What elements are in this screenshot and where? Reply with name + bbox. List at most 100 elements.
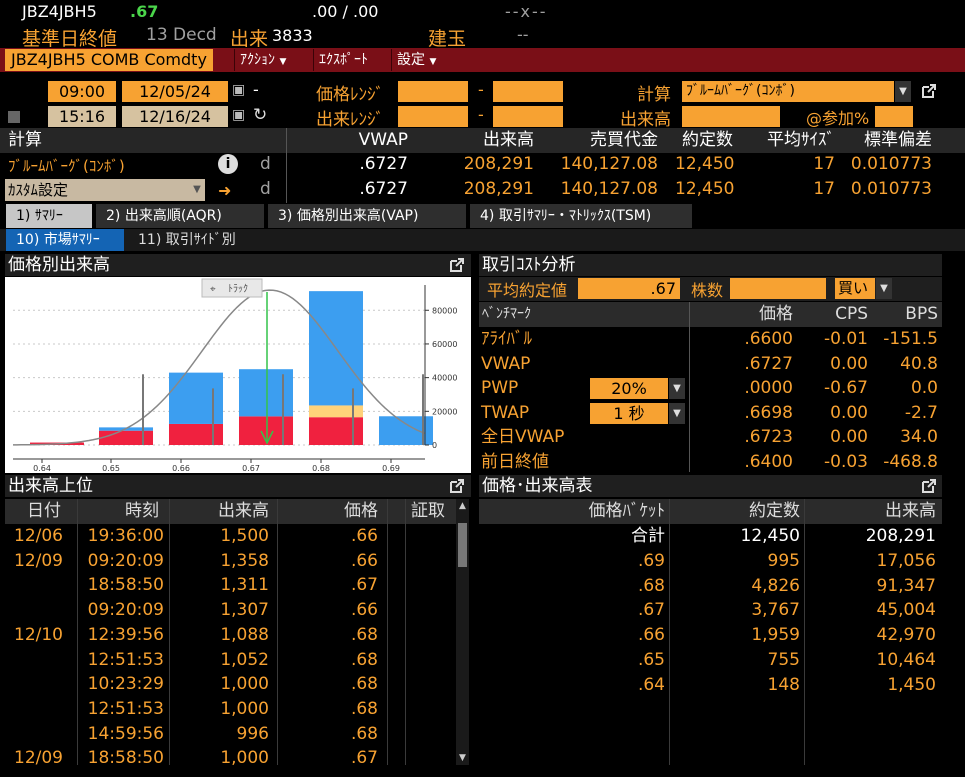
row-trades: 12,450 <box>740 526 800 546</box>
run-icon[interactable]: ➜ <box>218 181 231 200</box>
table-row[interactable]: 12:51:53 1,052 .68 <box>5 648 456 673</box>
row-bucket: .69 <box>637 550 665 571</box>
table-row[interactable]: 12/10 12:39:56 1,088 .68 <box>5 623 456 648</box>
table-row[interactable]: 18:58:50 1,311 .67 <box>5 573 456 598</box>
volume-range-max[interactable] <box>493 106 563 127</box>
benchmark-param-select[interactable]: 1 秒 <box>590 402 668 424</box>
cost-row: ｱﾗｲﾊﾞﾙ .6600 -0.01 -151.5 <box>479 327 942 352</box>
actions-menu[interactable]: ｱｸｼｮﾝ ▼ <box>234 49 291 71</box>
tab-vap[interactable]: 3) 価格別出来高(VAP) <box>268 204 466 228</box>
end-time-input[interactable]: 15:16 <box>48 106 116 127</box>
custom-dropdown-arrow-icon[interactable]: ▼ <box>189 180 205 200</box>
row-bucket: .65 <box>637 650 665 670</box>
table-row[interactable]: 12:51:53 1,000 .68 <box>5 697 456 722</box>
custom-settings-select[interactable]: ｶｽﾀﾑ設定 <box>5 179 205 201</box>
side-select[interactable]: 買い <box>835 278 875 299</box>
dropdown-arrow-icon: ▼ <box>279 57 287 67</box>
table-row[interactable]: .66 1,959 42,970 <box>479 623 942 648</box>
start-time-input[interactable]: 09:00 <box>48 81 116 102</box>
row-time: 18:58:50 <box>87 748 164 769</box>
y-tick-label: 0 <box>432 441 437 450</box>
subtab-trade-side[interactable]: 11) 取引ｻｲﾄﾞ別 <box>128 229 268 251</box>
external-window-icon[interactable] <box>449 257 465 273</box>
col-volume: 出来高 <box>885 501 936 521</box>
oi-value: -- <box>517 25 529 44</box>
table-row[interactable]: 10:23:29 1,000 .68 <box>5 672 456 697</box>
track-label: ﾄﾗｯｸ <box>228 283 248 295</box>
calendar-icon[interactable]: ▣ <box>232 107 245 123</box>
row-volume: 10,464 <box>876 650 936 670</box>
calc-dropdown-arrow-icon[interactable]: ▼ <box>895 81 911 102</box>
start-date-input[interactable]: 12/05/24 <box>122 81 228 102</box>
avg-price-input[interactable]: .67 <box>578 278 680 299</box>
side-dropdown-arrow-icon[interactable]: ▼ <box>876 278 892 299</box>
benchmark-bps: 34.0 <box>900 427 938 448</box>
volume-range-min[interactable] <box>398 106 468 127</box>
calc-select[interactable]: ﾌﾞﾙｰﾑﾊﾞｰｸﾞ(ｺﾝﾎﾞ) <box>682 81 894 102</box>
col-time: 時刻 <box>125 501 159 521</box>
row-price: .66 <box>350 526 378 546</box>
price-range-min[interactable] <box>398 81 468 102</box>
param-dropdown-arrow-icon[interactable]: ▼ <box>669 378 685 400</box>
row-volume: 996 <box>236 723 269 744</box>
external-window-icon[interactable] <box>921 478 937 494</box>
row-date: 12/10 <box>14 624 63 645</box>
price-table-header: 価格ﾊﾞｹｯﾄ 約定数 出来高 <box>479 499 942 524</box>
table-row[interactable]: 09:20:09 1,307 .66 <box>5 598 456 623</box>
vol-input[interactable] <box>682 106 780 127</box>
tab-bar: 1) ｻﾏﾘｰ 2) 出来高順(AQR) 3) 価格別出来高(VAP) 4) 取… <box>0 204 965 228</box>
tab-aqr[interactable]: 2) 出来高順(AQR) <box>96 204 264 228</box>
cost-row: PWP 20% ▼ .0000 -0.67 0.0 <box>479 376 942 401</box>
row-price: .67 <box>350 575 378 596</box>
table-row[interactable]: .69 995 17,056 <box>479 549 942 574</box>
cost-row: 全日VWAP .6723 0.00 34.0 <box>479 425 942 450</box>
table-row[interactable]: .68 4,826 91,347 <box>479 574 942 599</box>
stats-row-trades: 12,450 <box>675 154 735 174</box>
row-volume: 1,000 <box>220 748 269 769</box>
table-row[interactable]: 12/06 19:36:00 1,500 .66 <box>5 524 456 549</box>
row-volume: 208,291 <box>865 526 936 546</box>
info-icon[interactable]: i <box>218 154 238 174</box>
scrollbar[interactable]: ▲ ▼ <box>456 499 469 765</box>
checkbox[interactable] <box>8 111 20 123</box>
settings-menu[interactable]: 設定 ▼ <box>391 49 441 71</box>
external-window-icon[interactable] <box>921 83 937 99</box>
table-row[interactable]: 12/09 09:20:09 1,358 .66 <box>5 549 456 574</box>
row-price: .68 <box>350 649 378 670</box>
track-button[interactable]: ⌖ ﾄﾗｯｸ <box>201 278 263 298</box>
table-row[interactable]: .67 3,767 45,004 <box>479 598 942 623</box>
refresh-icon[interactable]: ↻ <box>253 105 267 125</box>
subtab-market-summary[interactable]: 10) 市場ｻﾏﾘｰ <box>6 229 124 251</box>
row-volume: 1,311 <box>220 575 269 596</box>
row-time: 12:39:56 <box>87 624 164 645</box>
benchmark-bps: 40.8 <box>900 353 938 374</box>
y-tick-label: 20000 <box>432 407 457 416</box>
row-volume: 42,970 <box>876 625 936 646</box>
external-window-icon[interactable] <box>449 478 465 494</box>
price-range-max[interactable] <box>493 81 563 102</box>
y-tick-label: 40000 <box>432 374 457 383</box>
end-date-input[interactable]: 12/16/24 <box>122 106 228 127</box>
stats-col-calc: 計算 <box>8 130 42 150</box>
calc-label: 計算 <box>637 85 671 105</box>
row-bucket: .66 <box>637 625 665 646</box>
table-row[interactable]: 12/09 18:58:50 1,000 .67 <box>5 746 456 771</box>
participation-input[interactable] <box>875 106 913 127</box>
export-menu[interactable]: ｴｸｽﾎﾟｰﾄ <box>313 49 373 71</box>
security-field[interactable]: JBZ4JBH5 COMB Comdty <box>5 49 213 71</box>
param-dropdown-arrow-icon[interactable]: ▼ <box>669 402 685 424</box>
row-bucket: 合計 <box>631 526 665 546</box>
calendar-icon[interactable]: ▣ <box>232 82 245 98</box>
table-row[interactable]: 合計 12,450 208,291 <box>479 524 942 549</box>
col-benchmark: ﾍﾞﾝﾁﾏｰｸ <box>482 306 531 322</box>
table-row[interactable]: .64 148 1,450 <box>479 673 942 698</box>
benchmark-name: TWAP <box>481 402 530 423</box>
shares-input[interactable] <box>730 278 826 299</box>
table-row[interactable]: 14:59:56 996 .68 <box>5 722 456 747</box>
stats-row-vwap: .6727 <box>359 154 408 174</box>
tab-summary[interactable]: 1) ｻﾏﾘｰ <box>6 204 92 228</box>
tab-tsm[interactable]: 4) 取引ｻﾏﾘｰ・ﾏﾄﾘｯｸｽ(TSM) <box>470 204 692 228</box>
benchmark-cps: -0.01 <box>824 329 868 349</box>
table-row[interactable]: .65 755 10,464 <box>479 648 942 673</box>
benchmark-param-select[interactable]: 20% <box>590 378 668 400</box>
